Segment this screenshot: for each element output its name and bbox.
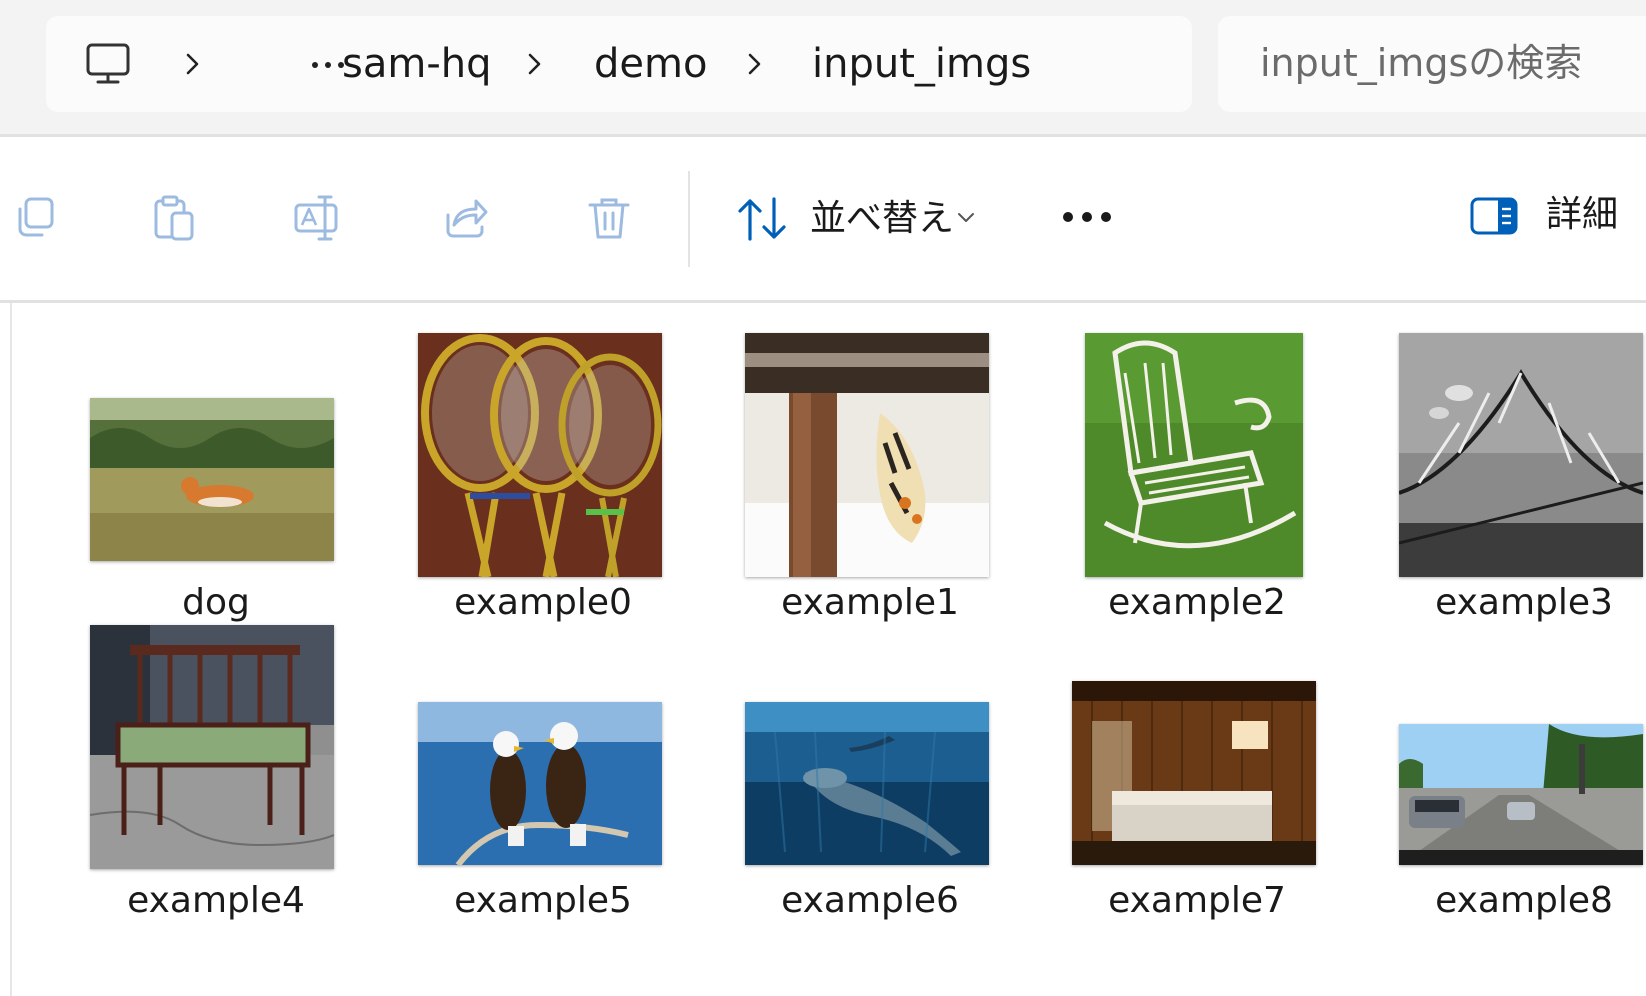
file-explorer-window: sam-hq demo input_imgs input_imgsの検索 並べ替… [0, 0, 1646, 996]
thumbnail-dog [90, 398, 334, 561]
paste-icon[interactable] [150, 193, 200, 243]
details-pane-icon [1470, 197, 1518, 235]
file-item-example6[interactable]: example6 [720, 617, 1020, 921]
chevron-right-icon[interactable] [742, 52, 766, 76]
chevron-down-icon [958, 213, 974, 222]
file-grid: dog example0 example1 example2 example3 … [0, 303, 1646, 996]
thumbnail-example6 [745, 702, 989, 865]
sort-label: 並べ替え [810, 198, 955, 239]
share-icon[interactable] [440, 193, 490, 243]
thumbnail-example4 [90, 625, 334, 869]
sort-button[interactable]: 並べ替え [730, 181, 990, 257]
search-input[interactable] [1260, 38, 1646, 88]
command-bar: 並べ替え 詳細 [0, 137, 1646, 303]
file-name: example5 [454, 880, 632, 921]
thumbnail-example1 [745, 333, 989, 577]
file-item-example1[interactable]: example1 [720, 311, 1020, 623]
toolbar-divider [688, 171, 690, 267]
breadcrumb-item-sam-hq[interactable]: sam-hq [342, 40, 492, 88]
thumbnail-example0 [418, 333, 662, 577]
search-box[interactable] [1218, 16, 1646, 112]
thumbnail-example7 [1072, 681, 1316, 865]
navigation-pane-edge [10, 303, 12, 996]
breadcrumb-item-demo[interactable]: demo [594, 40, 707, 88]
file-item-example7[interactable]: example7 [1047, 617, 1347, 921]
file-item-example0[interactable]: example0 [393, 311, 693, 623]
breadcrumb-item-input-imgs[interactable]: input_imgs [812, 40, 1031, 88]
file-item-dog[interactable]: dog [66, 311, 366, 623]
thumbnail-example2 [1085, 333, 1303, 577]
thumbnail-example3 [1399, 333, 1643, 577]
file-item-example2[interactable]: example2 [1047, 311, 1347, 623]
chevron-right-icon[interactable] [180, 52, 204, 76]
trash-icon[interactable] [584, 193, 634, 243]
rename-icon[interactable] [292, 193, 342, 243]
details-pane-button[interactable]: 詳細 [1470, 187, 1646, 251]
sort-icon [738, 197, 786, 241]
copy-icon[interactable] [12, 193, 62, 243]
details-label: 詳細 [1546, 194, 1619, 235]
file-name: example6 [781, 880, 959, 921]
address-area: sam-hq demo input_imgs [0, 0, 1646, 137]
chevron-right-icon[interactable] [522, 52, 546, 76]
breadcrumb[interactable]: sam-hq demo input_imgs [46, 16, 1192, 112]
file-item-example4[interactable]: example4 [66, 617, 366, 921]
thumbnail-example5 [418, 702, 662, 865]
file-name: example4 [127, 880, 305, 921]
file-item-example5[interactable]: example5 [393, 617, 693, 921]
more-icon[interactable] [1052, 197, 1122, 237]
this-pc-icon[interactable] [84, 40, 132, 88]
file-name: example7 [1108, 880, 1286, 921]
file-item-example8[interactable]: example8 [1374, 617, 1646, 921]
file-name: example8 [1435, 880, 1613, 921]
thumbnail-example8 [1399, 724, 1643, 865]
file-item-example3[interactable]: example3 [1374, 311, 1646, 623]
